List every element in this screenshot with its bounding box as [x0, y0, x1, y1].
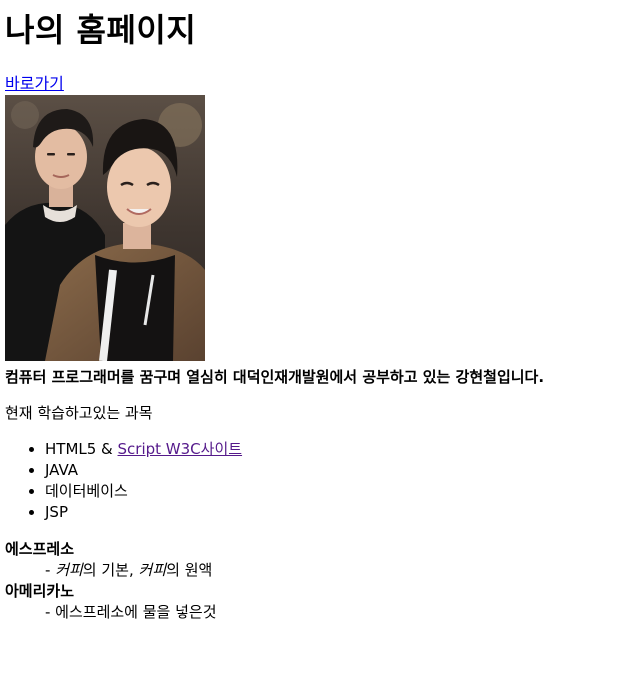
definition-text: 의 원액: [166, 561, 213, 579]
shortcut-link[interactable]: 바로가기: [5, 73, 629, 95]
course-item-database: 데이터베이스: [45, 481, 629, 502]
course-item-jsp: JSP: [45, 502, 629, 523]
courses-heading: 현재 학습하고있는 과목: [5, 404, 153, 422]
courses-list: HTML5 & Script W3C사이트 JAVA 데이터베이스 JSP: [5, 439, 629, 523]
w3c-site-link[interactable]: Script W3C사이트: [118, 440, 243, 458]
definition-text: 의 기본,: [82, 561, 139, 579]
coffee-glossary: 에스프레소 - 커피의 기본, 커피의 원액 아메리카노 - 에스프레소에 물을…: [5, 539, 629, 623]
glossary-definition-espresso: - 커피의 기본, 커피의 원액: [45, 560, 629, 581]
glossary-term-americano: 아메리카노: [5, 582, 75, 600]
course-item-java: JAVA: [45, 460, 629, 481]
glossary-definition-americano: - 에스프레소에 물을 넣은것: [45, 603, 217, 621]
page-title: 나의 홈페이지: [5, 11, 197, 49]
page-container: 나의 홈페이지 바로가기 컴퓨터 프로그래머를 꿈구며 열심히 대덕인재개발원에…: [0, 0, 634, 699]
emphasis-coffee: 커피: [138, 561, 167, 579]
profile-photo: [5, 95, 205, 361]
course-item-label: HTML5 &: [45, 440, 118, 458]
emphasis-coffee: 커피: [55, 561, 83, 579]
glossary-term-espresso: 에스프레소: [5, 540, 75, 558]
definition-dash: -: [45, 561, 56, 579]
course-item-html5: HTML5 & Script W3C사이트: [45, 439, 629, 460]
intro-text: 컴퓨터 프로그래머를 꿈구며 열심히 대덕인재개발원에서 공부하고 있는 강현철…: [5, 368, 545, 386]
